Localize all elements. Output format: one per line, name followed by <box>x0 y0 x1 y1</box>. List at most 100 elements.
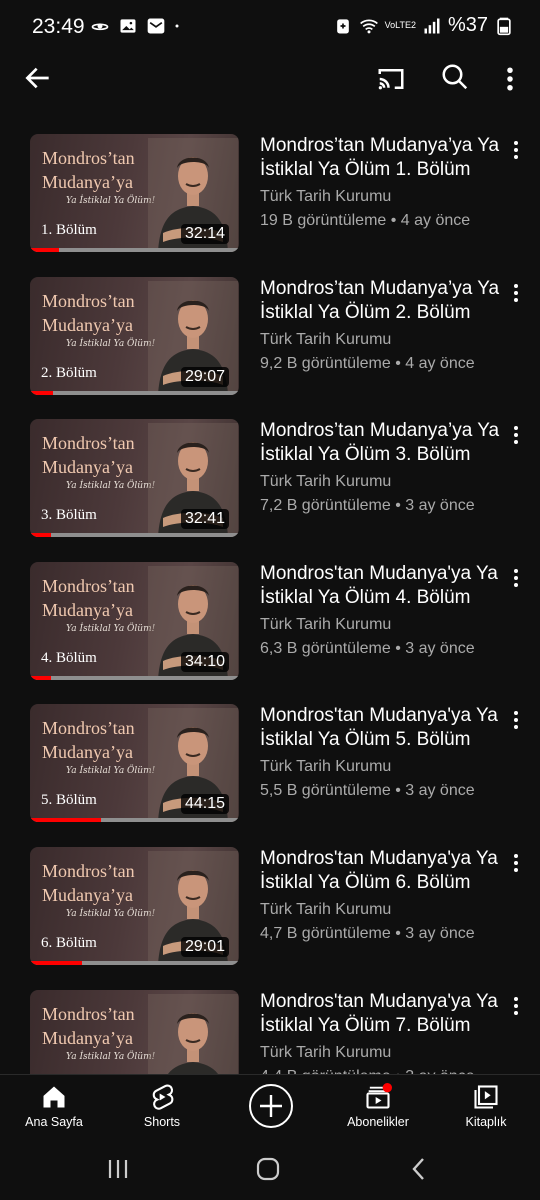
video-list-item[interactable]: Mondros’tan Mudanya’ya Ya İstiklal Ya Öl… <box>0 704 540 847</box>
video-list-item[interactable]: Mondros’tan Mudanya’ya Ya İstiklal Ya Öl… <box>0 989 540 1074</box>
video-list-item[interactable]: Mondros’tan Mudanya’ya Ya İstiklal Ya Öl… <box>0 561 540 705</box>
channel-name[interactable]: Türk Tarih Kurumu <box>260 188 391 206</box>
more-vert-icon[interactable] <box>500 64 520 94</box>
episode-label: 3. Bölüm <box>41 507 97 524</box>
video-thumbnail[interactable]: Mondros’tan Mudanya’ya Ya İstiklal Ya Öl… <box>30 846 239 965</box>
more-vert-icon[interactable] <box>506 708 526 732</box>
cast-icon[interactable] <box>376 64 406 94</box>
watch-progress-track <box>30 533 239 538</box>
thumbnail-title: Mondros’tan Mudanya’ya <box>42 431 162 479</box>
more-vert-icon[interactable] <box>506 423 526 447</box>
search-icon[interactable] <box>440 62 470 92</box>
thumbnail-title: Mondros’tan Mudanya’ya <box>42 574 162 622</box>
status-time: 23:49 <box>32 15 85 38</box>
video-title[interactable]: Mondros'tan Mudanya'ya Ya İstiklal Ya Öl… <box>260 990 500 1038</box>
more-vert-icon[interactable] <box>506 851 526 875</box>
thumbnail-title-line1: Mondros’tan <box>42 860 135 881</box>
thumbnail-title-line2: Mudanya’ya <box>42 457 133 478</box>
subscriptions-icon <box>366 1083 392 1109</box>
thumbnail-title-line1: Mondros’tan <box>42 718 135 739</box>
recent-apps-icon[interactable] <box>103 1156 133 1182</box>
episode-label: 1. Bölüm <box>41 222 97 238</box>
image-icon <box>120 19 136 33</box>
create-plus-icon[interactable] <box>248 1083 294 1129</box>
more-vert-icon[interactable] <box>506 994 526 1018</box>
duration-badge: 32:41 <box>180 509 229 530</box>
video-meta: 4,7 B görüntüleme • 3 ay önce <box>260 924 475 942</box>
video-title[interactable]: Mondros’tan Mudanya’ya Ya İstiklal Ya Öl… <box>260 134 500 182</box>
video-thumbnail[interactable]: Mondros’tan Mudanya’ya Ya İstiklal Ya Öl… <box>30 134 239 252</box>
nav-home[interactable]: Ana Sayfa <box>4 1081 104 1129</box>
more-vert-icon[interactable] <box>506 566 526 590</box>
thumbnail-title: Mondros’tan Mudanya’ya <box>42 859 162 907</box>
channel-name[interactable]: Türk Tarih Kurumu <box>260 473 391 491</box>
watch-progress-fill <box>30 818 102 823</box>
video-title[interactable]: Mondros'tan Mudanya'ya Ya İstiklal Ya Öl… <box>260 847 500 895</box>
shorts-icon <box>152 1084 174 1110</box>
watch-progress-fill <box>30 248 60 252</box>
nav-subscriptions[interactable]: Abonelikler <box>328 1081 428 1129</box>
channel-name[interactable]: Türk Tarih Kurumu <box>260 758 391 776</box>
nav-library[interactable]: Kitaplık <box>436 1081 536 1129</box>
back-arrow-icon[interactable] <box>22 62 54 94</box>
video-list-item[interactable]: Mondros’tan Mudanya’ya Ya İstiklal Ya Öl… <box>0 419 540 562</box>
channel-name[interactable]: Türk Tarih Kurumu <box>260 1044 391 1062</box>
back-button-icon[interactable] <box>405 1156 435 1182</box>
watch-progress-track <box>30 390 239 395</box>
thumbnail-subtitle: Ya İstiklal Ya Ölüm! <box>66 766 156 777</box>
signal-icon <box>424 18 440 33</box>
battery-level: %37 <box>447 14 488 36</box>
channel-name[interactable]: Türk Tarih Kurumu <box>260 331 391 349</box>
channel-name[interactable]: Türk Tarih Kurumu <box>260 616 391 634</box>
video-title[interactable]: Mondros’tan Mudanya’ya Ya İstiklal Ya Öl… <box>260 277 500 325</box>
watch-progress-track <box>30 818 239 823</box>
thumbnail-title-line1: Mondros’tan <box>42 433 135 454</box>
duration-badge: 34:10 <box>180 651 229 672</box>
video-thumbnail[interactable]: Mondros’tan Mudanya’ya Ya İstiklal Ya Öl… <box>30 561 239 680</box>
library-icon <box>474 1085 498 1109</box>
thumbnail-title: Mondros’tan Mudanya’ya <box>42 289 162 337</box>
dot-icon <box>175 24 179 28</box>
nav-subscriptions-label: Abonelikler <box>347 1115 409 1129</box>
thumbnail-subtitle: Ya İstiklal Ya Ölüm! <box>66 1051 156 1062</box>
thumbnail-title: Mondros’tan Mudanya’ya <box>42 716 162 764</box>
video-title[interactable]: Mondros'tan Mudanya'ya Ya İstiklal Ya Öl… <box>260 562 500 610</box>
nav-shorts[interactable]: Shorts <box>112 1081 212 1129</box>
thumbnail-title-line2: Mudanya’ya <box>42 884 133 905</box>
watch-progress-track <box>30 675 239 680</box>
home-button-icon[interactable] <box>253 1156 283 1182</box>
thumbnail-title: Mondros’tan Mudanya’ya <box>42 146 162 194</box>
thumbnail-title-line1: Mondros’tan <box>42 290 135 311</box>
video-meta: 6,3 B görüntüleme • 3 ay önce <box>260 639 475 657</box>
channel-name[interactable]: Türk Tarih Kurumu <box>260 901 391 919</box>
thumbnail-subtitle: Ya İstiklal Ya Ölüm! <box>66 338 156 349</box>
episode-label: 6. Bölüm <box>41 934 97 951</box>
video-title[interactable]: Mondros'tan Mudanya'ya Ya İstiklal Ya Öl… <box>260 704 500 752</box>
thumbnail-subtitle: Ya İstiklal Ya Ölüm! <box>66 196 156 206</box>
network-label: VoLTE2 <box>384 20 416 30</box>
nav-library-label: Kitaplık <box>465 1115 507 1129</box>
alarm-icon <box>336 18 349 33</box>
thumbnail-title: Mondros’tan Mudanya’ya <box>42 1002 162 1050</box>
video-thumbnail[interactable]: Mondros’tan Mudanya’ya Ya İstiklal Ya Öl… <box>30 704 239 823</box>
more-vert-icon[interactable] <box>506 281 526 305</box>
thumbnail-title-line1: Mondros’tan <box>42 575 135 596</box>
wifi-icon <box>359 19 378 33</box>
status-icons-right: VoLTE2 %37 <box>333 14 514 37</box>
video-thumbnail[interactable]: Mondros’tan Mudanya’ya Ya İstiklal Ya Öl… <box>30 989 239 1074</box>
duration-badge: 29:01 <box>180 936 229 957</box>
video-title[interactable]: Mondros’tan Mudanya’ya Ya İstiklal Ya Öl… <box>260 419 500 467</box>
video-list-item[interactable]: Mondros’tan Mudanya’ya Ya İstiklal Ya Öl… <box>0 846 540 990</box>
thumbnail-title-line2: Mudanya’ya <box>42 1027 133 1048</box>
video-list-item[interactable]: Mondros’tan Mudanya’ya Ya İstiklal Ya Öl… <box>0 134 540 277</box>
cloud-icon <box>91 23 109 31</box>
presenter-portrait <box>148 993 238 1074</box>
video-thumbnail[interactable]: Mondros’tan Mudanya’ya Ya İstiklal Ya Öl… <box>30 419 239 538</box>
video-list-item[interactable]: Mondros’tan Mudanya’ya Ya İstiklal Ya Öl… <box>0 276 540 420</box>
status-icons-left <box>90 16 186 36</box>
video-thumbnail[interactable]: Mondros’tan Mudanya’ya Ya İstiklal Ya Öl… <box>30 276 239 395</box>
duration-badge: 32:14 <box>180 224 229 244</box>
video-list: Mondros’tan Mudanya’ya Ya İstiklal Ya Öl… <box>0 134 540 1074</box>
watch-progress-fill <box>30 675 51 680</box>
more-vert-icon[interactable] <box>506 138 526 162</box>
